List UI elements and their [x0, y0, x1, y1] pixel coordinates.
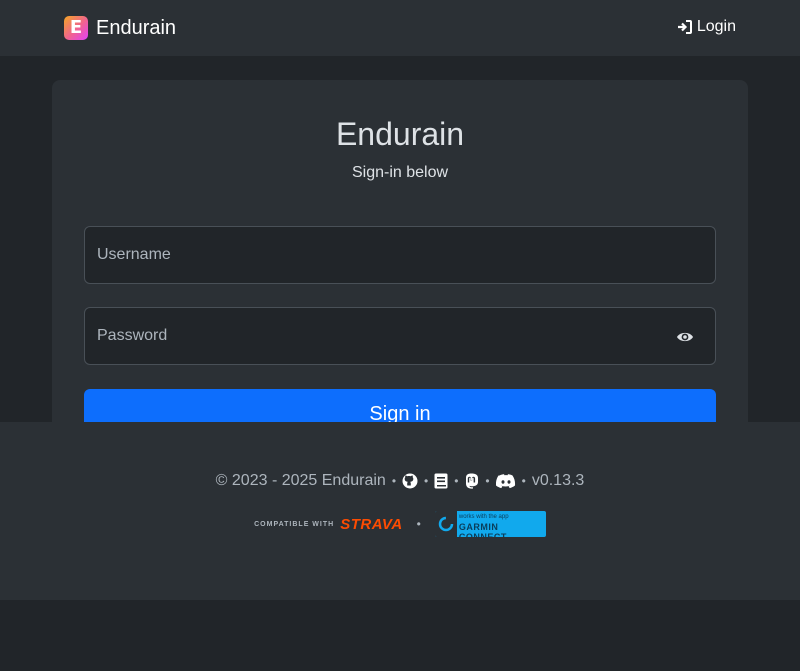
- discord-icon: [495, 473, 515, 488]
- username-field-wrapper: [84, 226, 716, 284]
- brand-name: Endurain: [96, 16, 177, 39]
- login-label: Login: [696, 18, 736, 35]
- footer-info-line: © 2023 - 2025 Endurain • • • • • v0.13.3: [0, 472, 800, 490]
- separator-dot: •: [521, 474, 526, 488]
- show-password-button[interactable]: [675, 327, 695, 347]
- book-icon: [434, 473, 448, 489]
- username-input[interactable]: [85, 227, 715, 283]
- password-input[interactable]: [85, 308, 715, 364]
- mastodon-link[interactable]: [464, 473, 479, 489]
- card-title: Endurain: [335, 116, 465, 152]
- mastodon-icon: [466, 473, 479, 489]
- password-field-wrapper: [84, 307, 716, 365]
- garmin-connect-text: GARMIN CONNECT: [458, 522, 507, 537]
- login-link[interactable]: Login: [677, 18, 736, 36]
- separator-dot: •: [485, 474, 490, 488]
- brand-logo-icon: E: [64, 16, 88, 40]
- docs-link[interactable]: [434, 473, 448, 489]
- separator-dot: •: [454, 474, 459, 488]
- strava-logo: STRAVA: [340, 515, 403, 533]
- signin-card: Endurain Sign-in below Sign in: [52, 80, 748, 439]
- strava-badge[interactable]: COMPATIBLE WITH STRAVA: [254, 516, 403, 533]
- brand-logo-letter: E: [69, 17, 83, 38]
- footer: © 2023 - 2025 Endurain • • • • • v0.13.3…: [0, 422, 800, 600]
- version-text: v0.13.3: [531, 472, 585, 489]
- separator-dot: •: [416, 517, 421, 531]
- separator-dot: •: [391, 474, 397, 488]
- separator-dot: •: [424, 474, 429, 488]
- navbar: E Endurain Login: [0, 0, 800, 56]
- discord-link[interactable]: [495, 473, 516, 489]
- login-icon: [677, 20, 692, 34]
- copyright-text: © 2023 - 2025 Endurain: [215, 472, 386, 489]
- card-subtitle: Sign-in below: [351, 164, 449, 181]
- garmin-works-with-text: works with the app: [458, 514, 509, 520]
- garmin-connect-badge[interactable]: works with the app GARMIN CONNECT: [434, 511, 546, 537]
- integration-badges: COMPATIBLE WITH STRAVA • works with the …: [0, 511, 800, 537]
- github-link[interactable]: [402, 473, 418, 489]
- brand-link[interactable]: E Endurain: [64, 16, 176, 40]
- strava-compatible-text: COMPATIBLE WITH: [254, 520, 335, 528]
- github-icon: [402, 473, 418, 489]
- garmin-connect-icon: [434, 511, 457, 537]
- eye-icon: [677, 332, 693, 342]
